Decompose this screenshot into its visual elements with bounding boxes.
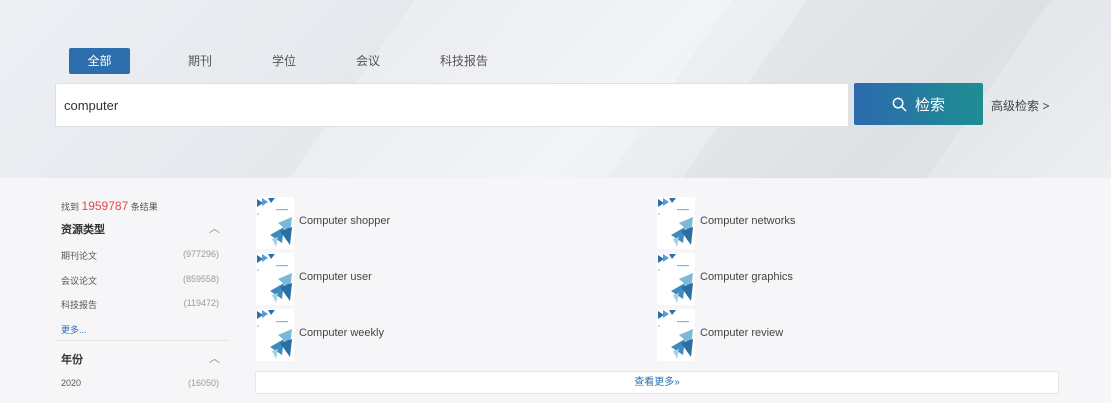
divider (55, 340, 228, 341)
search-button-label: 检索 (914, 96, 945, 114)
journal-cover-image (256, 309, 294, 361)
chevron-up-icon[interactable]: ︿ (209, 220, 220, 236)
tab-conference[interactable]: 会议 (338, 48, 398, 74)
facet-item[interactable]: 期刊论文 (977296) (61, 249, 219, 262)
facet-resource-type-title: 资源类型 (61, 224, 105, 236)
facet-item[interactable]: 会议论文 (859558) (61, 274, 219, 287)
journal-cover-image (657, 253, 695, 305)
chevron-up-icon[interactable]: ︿ (209, 350, 220, 366)
facet-year-title: 年份 (61, 354, 83, 366)
advanced-search-link[interactable]: 高级检索 > (991, 97, 1049, 114)
search-button[interactable]: 检索 (854, 83, 983, 125)
resource-tabs: 全部 期刊 学位 会议 科技报告 (69, 48, 530, 74)
facet-item[interactable]: 科技报告 (119472) (61, 298, 219, 311)
facet-item[interactable]: 2020 (16050) (61, 378, 219, 388)
result-count: 找到 1959787 条结果 (61, 199, 158, 213)
result-count-number: 1959787 (81, 199, 129, 213)
journal-item[interactable]: Computer review (657, 309, 783, 361)
journal-cover-image (256, 197, 294, 249)
tab-tech-report[interactable]: 科技报告 (422, 48, 506, 74)
facet-more-link[interactable]: 更多... (61, 323, 87, 336)
journal-item[interactable]: Computer networks (657, 197, 795, 249)
journal-item[interactable]: Computer shopper (256, 197, 390, 249)
journal-item[interactable]: Computer weekly (256, 309, 384, 361)
view-more-button[interactable]: 查看更多» (255, 371, 1059, 394)
search-icon (892, 97, 907, 111)
journal-cover-image (657, 197, 695, 249)
tab-all[interactable]: 全部 (69, 48, 130, 74)
search-hero: 全部 期刊 学位 会议 科技报告 检索 高级检索 > (0, 0, 1111, 178)
tab-degree[interactable]: 学位 (254, 48, 314, 74)
journal-cover-image (256, 253, 294, 305)
tab-journals[interactable]: 期刊 (170, 48, 230, 74)
search-input[interactable] (56, 84, 848, 126)
search-box (55, 83, 849, 127)
journal-item[interactable]: Computer user (256, 253, 372, 305)
journal-cover-image (657, 309, 695, 361)
journal-item[interactable]: Computer graphics (657, 253, 793, 305)
